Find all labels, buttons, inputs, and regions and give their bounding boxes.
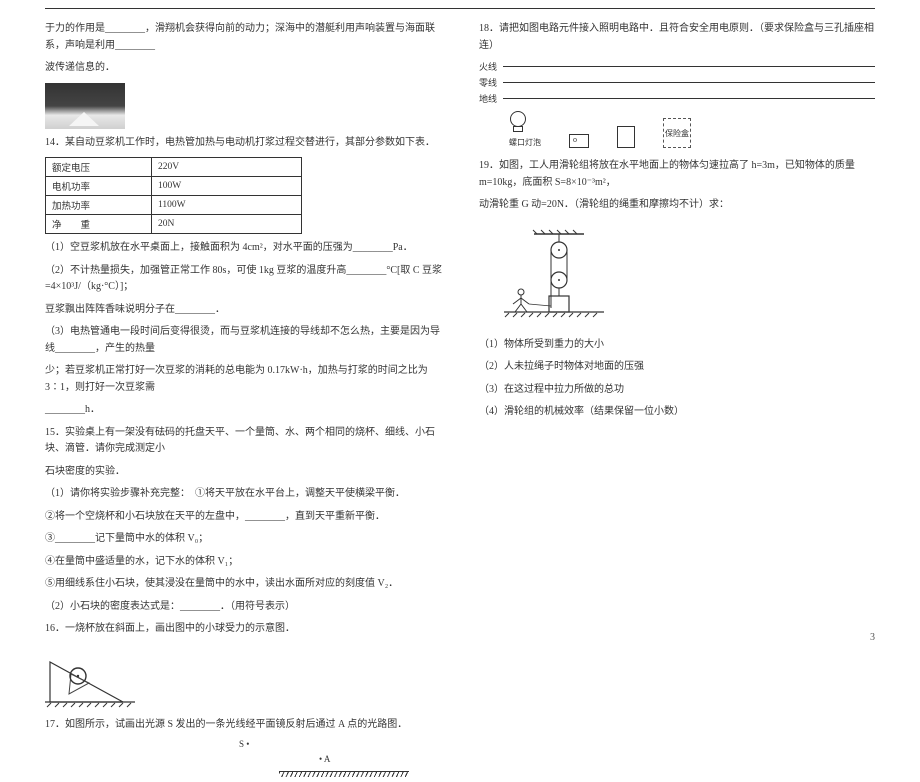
q14-intro: 14．某自动豆浆机工作时，电热管加热与电动机打浆过程交替进行，其部分参数如下表． xyxy=(45,135,449,152)
bulb-label: 螺口灯泡 xyxy=(509,137,541,148)
q18-text: 18．请把如图电路元件接入照明电路中．且符合安全用电原则．（要求保险盒与三孔插座… xyxy=(479,21,875,54)
mirror-hatch-row xyxy=(45,771,449,782)
q14-sub3c: ________h． xyxy=(45,402,449,419)
devices-row: 螺口灯泡 保险盒 xyxy=(479,111,875,148)
q19-line-a: 19．如图，工人用滑轮组将放在水平地面上的物体匀速拉高了 h=3m，已知物体的质… xyxy=(479,158,875,191)
q15-intro-b: 石块密度的实验． xyxy=(45,464,449,481)
q19-sub2: （2）人未拉绳子时物体对地面的压强 xyxy=(479,359,875,376)
q19-sub1: （1）物体所受到重力的大小 xyxy=(479,337,875,354)
cell-value: 100W xyxy=(152,177,302,196)
q14-sub3a: （3）电热管通电一段时间后变得很烫，而与豆浆机连接的导线却不怎么热，主要是因为导… xyxy=(45,324,449,357)
cell-label: 电机功率 xyxy=(46,177,152,196)
q14-sub2b: 豆浆飘出阵阵香味说明分子在________． xyxy=(45,302,449,319)
wiring-diagram: 火线 零线 地线 螺口灯泡 保 xyxy=(479,60,875,148)
ground-wire-row: 地线 xyxy=(479,92,875,105)
cell-label: 净 重 xyxy=(46,215,152,234)
neutral-wire-row: 零线 xyxy=(479,76,875,89)
page-number: 3 xyxy=(870,632,875,643)
mirror-surface-icon xyxy=(279,771,409,777)
ground-wire-label: 地线 xyxy=(479,92,497,105)
q15-step4: ④在量筒中盛适量的水，记下水的体积 V₁； xyxy=(45,554,449,571)
neutral-wire-label: 零线 xyxy=(479,76,497,89)
bulb-device: 螺口灯泡 xyxy=(509,111,541,148)
right-column: 18．请把如图电路元件接入照明电路中．且符合安全用电原则．（要求保险盒与三孔插座… xyxy=(479,21,875,782)
switch-icon xyxy=(569,134,589,148)
q19-sub3: （3）在这过程中拉力所做的总功 xyxy=(479,382,875,399)
q15-intro-a: 15．实验桌上有一架没有砝码的托盘天平、一个量筒、水、两个相同的烧杯、细线、小石… xyxy=(45,425,449,458)
two-column-layout: 于力的作用是________，滑翔机会获得向前的动力；深海中的潜艇利用声响装置与… xyxy=(0,21,920,782)
wire-line-icon xyxy=(503,82,875,83)
q15-step3: ③________记下量筒中水的体积 V₀； xyxy=(45,531,449,548)
q14-sub1: （1）空豆浆机放在水平桌面上，接触面积为 4cm²，对水平面的压强为______… xyxy=(45,240,449,257)
live-wire-label: 火线 xyxy=(479,60,497,73)
glider-illustration xyxy=(45,83,125,129)
pulley-diagram xyxy=(499,228,609,326)
label-S: S • xyxy=(239,739,409,749)
q15-step5: ⑤用细线系住小石块，使其浸没在量筒中的水中，读出水面所对应的刻度值 V₂． xyxy=(45,576,449,593)
wire-line-icon xyxy=(503,66,875,67)
fuse-label: 保险盒 xyxy=(665,128,689,139)
table-row: 额定电压 220V xyxy=(46,158,302,177)
live-wire-row: 火线 xyxy=(479,60,875,73)
bulb-icon xyxy=(509,111,527,135)
cell-value: 220V xyxy=(152,158,302,177)
left-column: 于力的作用是________，滑翔机会获得向前的动力；深海中的潜艇利用声响装置与… xyxy=(45,21,449,782)
table-row: 电机功率 100W xyxy=(46,177,302,196)
socket-icon xyxy=(617,126,635,148)
page-top-rule xyxy=(45,8,875,9)
cell-value: 20N xyxy=(152,215,302,234)
mirror-label-S-row: S • xyxy=(45,739,449,754)
q17-text: 17．如图所示，试画出光源 S 发出的一条光线经平面镜反射后通过 A 点的光路图… xyxy=(45,717,449,734)
cell-label: 额定电压 xyxy=(46,158,152,177)
fuse-box-icon: 保险盒 xyxy=(663,118,691,148)
mirror-label-A-row: • A xyxy=(45,754,449,769)
param-table: 额定电压 220V 电机功率 100W 加热功率 1100W 净 重 20N xyxy=(45,157,302,234)
q17-body: 17．如图所示，试画出光源 S 发出的一条光线经平面镜反射后通过 A 点的光路图… xyxy=(45,717,449,734)
label-A: • A xyxy=(319,754,409,764)
incline-ball-diagram xyxy=(45,650,140,708)
q15-step1: （1）请你将实验步骤补充完整： ①将天平放在水平台上，调整天平使横梁平衡． xyxy=(45,486,449,503)
q14-sub2a: （2）不计热量损失，加强管正常工作 80s，可使 1kg 豆浆的温度升高____… xyxy=(45,263,449,296)
cell-value: 1100W xyxy=(152,196,302,215)
q15-sub2: （2）小石块的密度表达式是：________．（用符号表示） xyxy=(45,599,449,616)
q14-sub3b: 少；若豆浆机正常打好一次豆浆的消耗的总电能为 0.17kW·h，加热与打浆的时间… xyxy=(45,363,449,396)
table-row: 净 重 20N xyxy=(46,215,302,234)
q16-text: 16．一烧杯放在斜面上，画出图中的小球受力的示意图． xyxy=(45,621,449,638)
q13-cont-line: 于力的作用是________，滑翔机会获得向前的动力；深海中的潜艇利用声响装置与… xyxy=(45,21,449,54)
q13-end-line: 波传递信息的． xyxy=(45,60,449,77)
q19-line-b: 动滑轮重 G 动=20N．（滑轮组的绳重和摩擦均不计）求： xyxy=(479,197,875,214)
table-row: 加热功率 1100W xyxy=(46,196,302,215)
q15-step2: ②将一个空烧杯和小石块放在天平的左盘中，________，直到天平重新平衡． xyxy=(45,509,449,526)
q19-sub4: （4）滑轮组的机械效率（结果保留一位小数） xyxy=(479,404,875,421)
cell-label: 加热功率 xyxy=(46,196,152,215)
wire-line-icon xyxy=(503,98,875,99)
